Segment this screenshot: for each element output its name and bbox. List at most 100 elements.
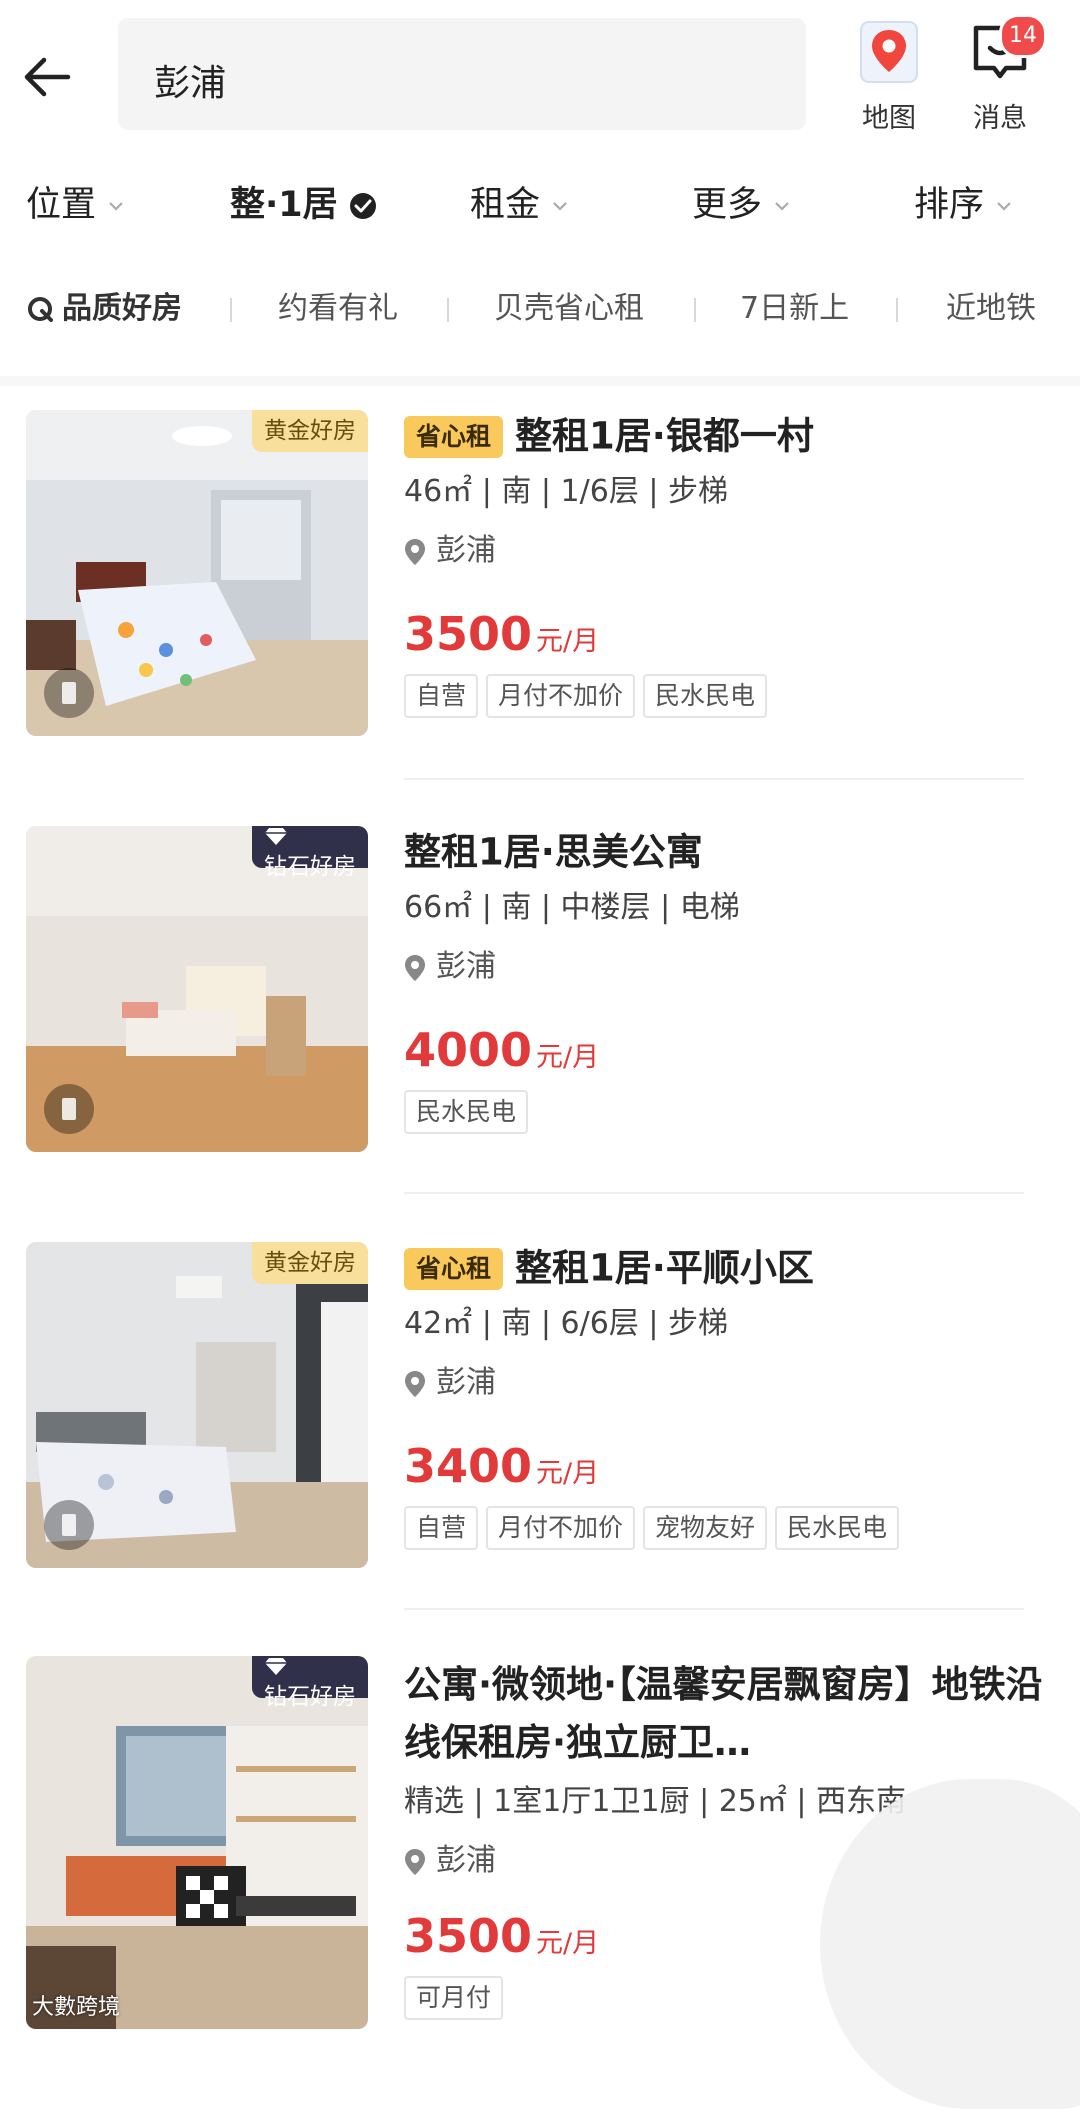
- row-divider: [404, 1608, 1024, 1610]
- feature-chip: 可月付: [404, 1976, 504, 2020]
- brand-chip: 省心租: [404, 415, 504, 458]
- listing-info: 省心租 整租1居·平顺小区 42㎡ | 南 | 6/6层 | 步梯 彭浦 3400…: [404, 1242, 1054, 1552]
- search-value: 彭浦: [154, 63, 227, 104]
- tag-label: 品质好房: [62, 291, 182, 326]
- tag-label: 贝壳省心租: [494, 291, 644, 326]
- feature-chip: 月付不加价: [486, 674, 636, 718]
- quality-badge: 钻石好房: [252, 1656, 368, 1710]
- location-pin-icon: [405, 538, 425, 565]
- tag-quality-homes[interactable]: 品质好房: [26, 272, 182, 346]
- vr-tour-icon: [44, 1500, 94, 1550]
- tag-label: 约看有礼: [278, 291, 398, 326]
- price-unit: 元/月: [536, 626, 600, 657]
- location-text: 彭浦: [436, 1365, 496, 1400]
- quality-q-icon: [28, 296, 53, 322]
- feature-chip: 月付不加价: [486, 1506, 636, 1550]
- feature-chip: 民水民电: [404, 1090, 529, 1134]
- listing-title: 整租1居·银都一村: [515, 414, 814, 458]
- price-value: 3400: [404, 1439, 533, 1493]
- badge-text: 钻石好房: [264, 854, 356, 880]
- tag-beike-worry-free[interactable]: 贝壳省心租: [494, 272, 644, 346]
- price-unit: 元/月: [536, 1042, 600, 1073]
- filter-layout[interactable]: 整·1居: [230, 168, 378, 242]
- tag-divider: [896, 298, 898, 322]
- chevron-down-icon: [997, 202, 1011, 211]
- message-label: 消息: [973, 103, 1027, 134]
- listing-location: 彭浦: [404, 522, 1054, 580]
- location-pin-icon: [405, 954, 425, 981]
- listing-title: 整租1居·平顺小区: [515, 1246, 814, 1290]
- quality-badge: 钻石好房: [252, 826, 368, 880]
- filter-bar: 位置 整·1居 租金 更多 排序: [0, 168, 1080, 242]
- messages-button[interactable]: 14 消息: [955, 14, 1047, 134]
- price-unit: 元/月: [536, 1458, 600, 1489]
- price-value: 3500: [404, 607, 533, 661]
- chevron-down-icon: [553, 202, 567, 211]
- listing-spec: 46㎡ | 南 | 1/6层 | 步梯: [404, 474, 728, 509]
- map-label: 地图: [862, 103, 916, 134]
- listing-card[interactable]: 钻石好房 整租1居·思美公寓 66㎡ | 南 | 中楼层 | 电梯 彭浦 400…: [0, 826, 1080, 1156]
- feature-chips: 民水民电: [404, 1090, 1054, 1136]
- listing-location: 彭浦: [404, 938, 1054, 996]
- watermark-text: 大數跨境: [32, 1995, 121, 2020]
- brand-chip: 省心租: [404, 1247, 504, 1290]
- map-button[interactable]: 地图: [844, 18, 934, 134]
- diamond-icon: [265, 1658, 287, 1675]
- location-text: 彭浦: [436, 533, 496, 568]
- tag-label: 7日新上: [740, 291, 850, 326]
- filter-label: 整·1居: [230, 185, 338, 225]
- check-circle-icon: [349, 193, 376, 219]
- quality-badge: 黄金好房: [252, 410, 368, 452]
- search-input[interactable]: 彭浦: [118, 18, 806, 130]
- feature-chips: 自营 月付不加价 宠物友好 民水民电: [404, 1506, 1054, 1552]
- feature-chip: 自营: [404, 674, 479, 718]
- feature-chip: 民水民电: [775, 1506, 900, 1550]
- tag-new-7-days[interactable]: 7日新上: [740, 272, 849, 346]
- price-value: 3500: [404, 1909, 533, 1963]
- tag-viewing-gift[interactable]: 约看有礼: [278, 272, 398, 346]
- filter-sort[interactable]: 排序: [914, 168, 1012, 242]
- back-button[interactable]: [18, 48, 76, 106]
- price-unit: 元/月: [536, 1928, 600, 1959]
- top-bar: 彭浦 地图 14 消息: [0, 0, 1080, 150]
- listing-photo: 钻石好房 大數跨境: [26, 1656, 368, 2029]
- listing-card[interactable]: 黄金好房 省心租 整租1居·银都一村 46㎡ | 南 | 1/6层 | 步梯 彭浦…: [0, 410, 1080, 740]
- row-divider: [404, 778, 1024, 780]
- feature-chip: 自营: [404, 1506, 479, 1550]
- location-text: 彭浦: [436, 1843, 496, 1878]
- filter-location[interactable]: 位置: [26, 168, 124, 242]
- listing-spec: 66㎡ | 南 | 中楼层 | 电梯: [404, 890, 740, 925]
- listing-card[interactable]: 黄金好房 省心租 整租1居·平顺小区 42㎡ | 南 | 6/6层 | 步梯 彭浦…: [0, 1242, 1080, 1572]
- listing-spec: 42㎡ | 南 | 6/6层 | 步梯: [404, 1306, 728, 1341]
- listing-photo: 钻石好房: [26, 826, 368, 1152]
- section-divider: [0, 376, 1080, 386]
- chevron-down-icon: [109, 202, 123, 211]
- price-line: 3400 元/月: [404, 1426, 1054, 1506]
- location-pin-icon: [405, 1848, 425, 1875]
- quick-tag-bar: 品质好房 约看有礼 贝壳省心租 7日新上 近地铁: [0, 272, 1080, 346]
- tag-divider: [447, 298, 449, 322]
- location-text: 彭浦: [436, 949, 496, 984]
- vr-tour-icon: [44, 1084, 94, 1134]
- listing-title: 整租1居·思美公寓: [404, 830, 703, 874]
- price-line: 3500 元/月: [404, 594, 1054, 674]
- listing-photo: 黄金好房: [26, 1242, 368, 1568]
- feature-chips: 自营 月付不加价 民水民电: [404, 674, 1054, 720]
- filter-label: 租金: [470, 185, 541, 225]
- tag-label: 近地铁: [946, 291, 1036, 326]
- filter-label: 排序: [914, 185, 985, 225]
- back-arrow-icon: [24, 57, 71, 97]
- vr-tour-icon: [44, 668, 94, 718]
- filter-more[interactable]: 更多: [692, 168, 790, 242]
- price-value: 4000: [404, 1023, 533, 1077]
- listing-info: 整租1居·思美公寓 66㎡ | 南 | 中楼层 | 电梯 彭浦 4000 元/月 …: [404, 826, 1054, 1136]
- listing-photo: 黄金好房: [26, 410, 368, 736]
- quality-badge: 黄金好房: [252, 1242, 368, 1284]
- tag-near-metro[interactable]: 近地铁: [946, 272, 1036, 346]
- filter-label: 位置: [26, 185, 97, 225]
- map-pin-icon: [860, 21, 918, 83]
- filter-rent[interactable]: 租金: [470, 168, 568, 242]
- diamond-icon: [265, 828, 287, 845]
- badge-text: 钻石好房: [264, 1684, 356, 1710]
- chevron-down-icon: [775, 202, 789, 211]
